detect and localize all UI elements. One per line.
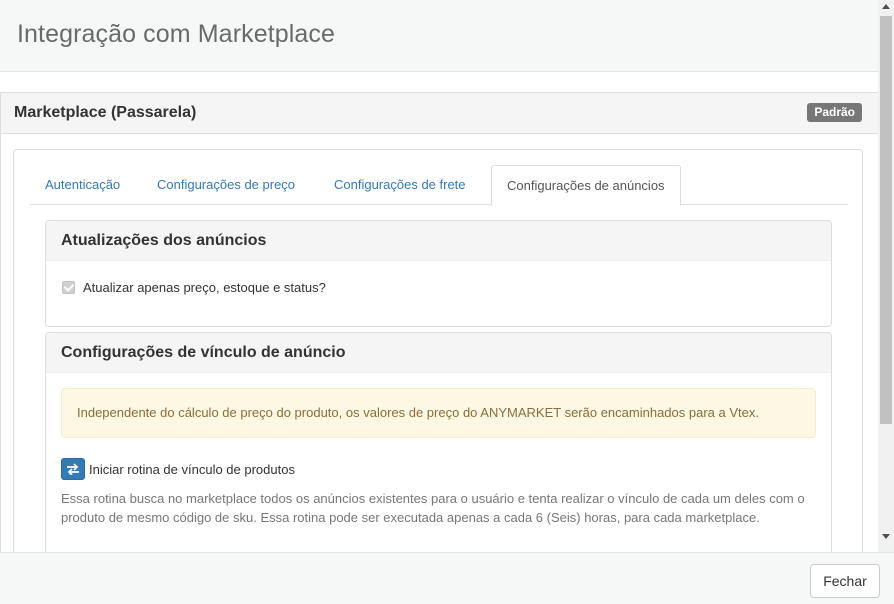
listing-link-panel: Configurações de vínculo de anúncio Inde…	[45, 332, 832, 552]
listing-updates-panel: Atualizações dos anúncios Atualizar apen…	[45, 220, 832, 327]
price-warning-alert: Independente do cálculo de preço do prod…	[61, 388, 816, 438]
update-only-label: Atualizar apenas preço, estoque e status…	[83, 280, 326, 295]
start-link-routine-label: Iniciar rotina de vínculo de produtos	[89, 461, 295, 477]
marketplace-panel-heading: Marketplace (Passarela) Padrão	[1, 93, 878, 134]
modal-footer: Fechar	[0, 552, 894, 604]
update-only-checkbox-row[interactable]: Atualizar apenas preço, estoque e status…	[62, 280, 326, 295]
settings-card: Autenticação Configurações de preço Conf…	[13, 149, 863, 552]
routine-description: Essa rotina busca no marketplace todos o…	[61, 491, 805, 525]
modal-header: Integração com Marketplace	[0, 0, 878, 72]
scroll-down-arrow-icon[interactable]	[882, 534, 890, 539]
start-link-routine-button[interactable]	[61, 458, 85, 480]
listing-updates-title: Atualizações dos anúncios	[61, 232, 267, 249]
tab-listing-settings[interactable]: Configurações de anúncios	[491, 165, 681, 206]
modal-body: Marketplace (Passarela) Padrão Autentica…	[0, 72, 878, 552]
scroll-thumb[interactable]	[880, 16, 892, 424]
tab-price-settings[interactable]: Configurações de preço	[142, 165, 310, 205]
update-only-checkbox[interactable]	[62, 281, 75, 294]
close-button[interactable]: Fechar	[810, 564, 880, 598]
listing-link-title: Configurações de vínculo de anúncio	[61, 344, 346, 361]
routine-row: Iniciar rotina de vínculo de produtos	[61, 458, 295, 480]
listing-updates-heading: Atualizações dos anúncios	[46, 221, 831, 261]
marketplace-panel: Marketplace (Passarela) Padrão Autentica…	[0, 92, 878, 552]
vertical-scrollbar[interactable]	[878, 0, 894, 552]
settings-tabs: Autenticação Configurações de preço Conf…	[30, 165, 848, 206]
tab-authentication[interactable]: Autenticação	[30, 165, 135, 205]
default-badge: Padrão	[807, 103, 862, 122]
scroll-up-arrow-icon[interactable]	[882, 4, 890, 9]
listing-link-heading: Configurações de vínculo de anúncio	[46, 333, 831, 373]
marketplace-title: Marketplace (Passarela)	[14, 104, 197, 121]
exchange-icon	[67, 463, 79, 475]
modal-title: Integração com Marketplace	[17, 20, 336, 48]
tab-shipping-settings[interactable]: Configurações de frete	[319, 165, 481, 205]
